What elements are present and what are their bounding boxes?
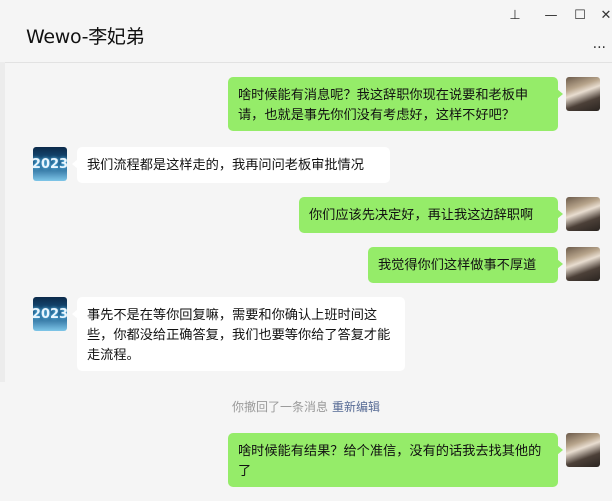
contact-avatar[interactable]: 2023	[33, 297, 67, 331]
recall-notice-text: 你撤回了一条消息	[231, 400, 328, 414]
chat-header: Wewo-李妃弟 ⊥ — ☐ ✕ ...	[0, 0, 612, 63]
message-bubble-self[interactable]: 你们应该先决定好，再让我这边辞职啊	[299, 197, 563, 233]
self-avatar[interactable]	[566, 197, 600, 231]
minimize-icon[interactable]: —	[541, 8, 561, 23]
message-bubble-contact[interactable]: 事先不是在等你回复嘛，需要和你确认上班时间这些，你都没给正确答复，我们也要等你给…	[72, 297, 405, 371]
message-bubble-contact[interactable]: 我们流程都是这样走的，我再问问老板审批情况	[72, 147, 390, 183]
more-options-icon[interactable]: ...	[593, 36, 606, 52]
message-bubble-self[interactable]: 我觉得你们这样做事不厚道	[368, 247, 563, 283]
pin-icon[interactable]: ⊥	[505, 8, 525, 23]
maximize-icon[interactable]: ☐	[570, 8, 590, 23]
left-scrollbar[interactable]	[0, 62, 5, 382]
avatar-text: 2023	[33, 156, 67, 172]
contact-avatar[interactable]: 2023	[33, 147, 67, 181]
close-icon[interactable]: ✕	[596, 8, 612, 23]
message-bubble-self[interactable]: 啥时候能有消息呢？我这辞职你现在说要和老板申请，也就是事先你们没有考虑好，这样不…	[228, 77, 563, 131]
message-bubble-self[interactable]: 啥时候能有结果？给个准信，没有的话我去找其他的了	[228, 433, 563, 487]
self-avatar[interactable]	[566, 433, 600, 467]
chat-title: Wewo-李妃弟	[26, 26, 145, 48]
avatar-text: 2023	[33, 306, 67, 322]
self-avatar[interactable]	[566, 247, 600, 281]
re-edit-link[interactable]: 重新编辑	[332, 400, 380, 414]
recall-notice: 你撤回了一条消息 重新编辑	[0, 398, 612, 415]
self-avatar[interactable]	[566, 77, 600, 111]
